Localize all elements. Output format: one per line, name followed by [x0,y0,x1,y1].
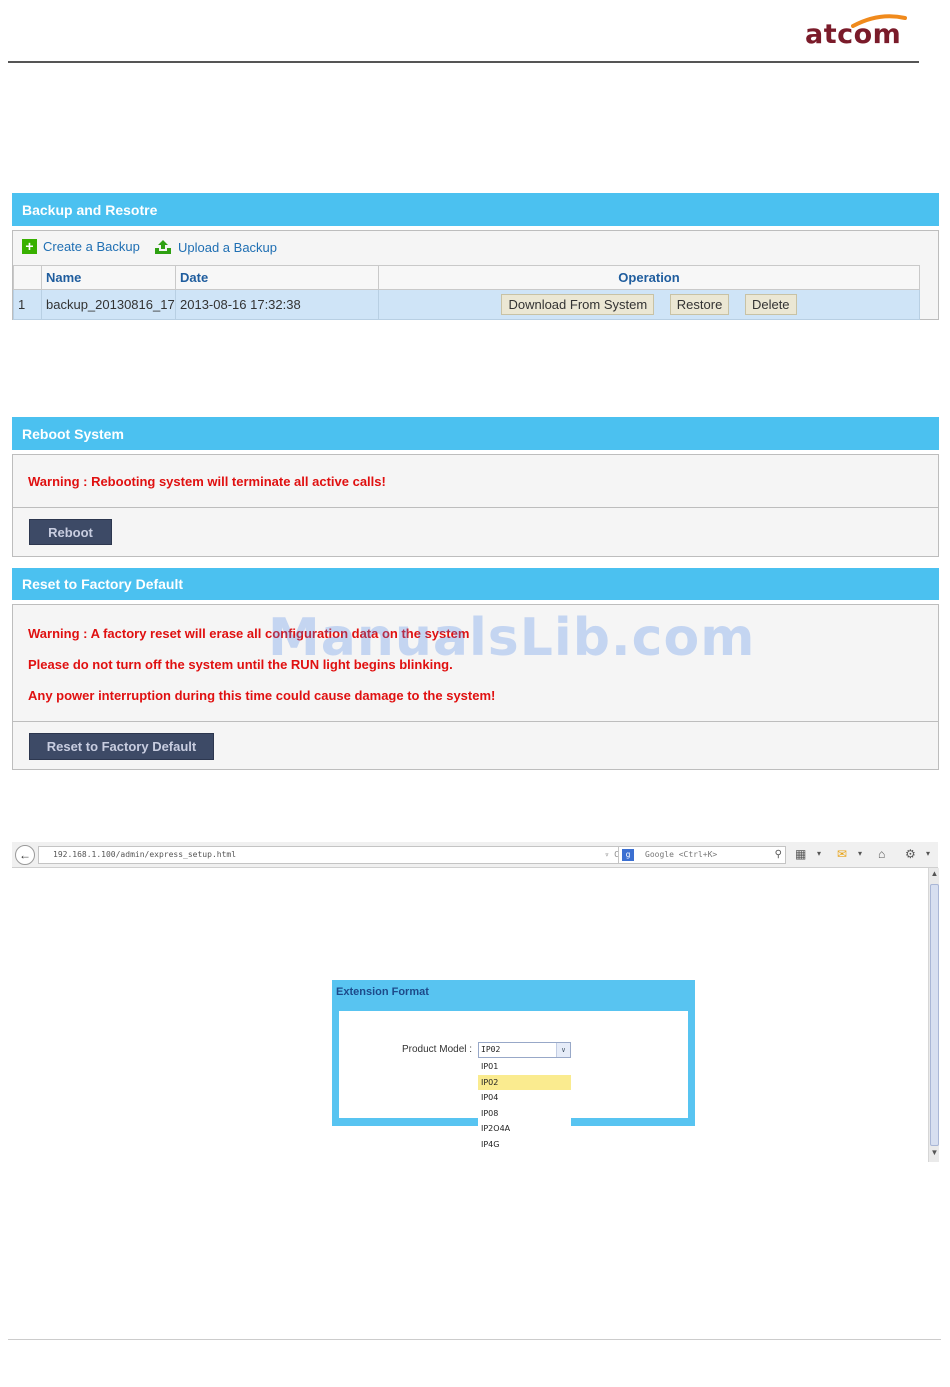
scroll-thumb[interactable] [930,884,939,1146]
factory-action-area: Reset to Factory Default [12,721,939,770]
dropdown-option[interactable]: IP2O4A [478,1121,571,1137]
dropdown-option[interactable]: IP01 [478,1059,571,1075]
dropdown-option[interactable]: IP4G [478,1137,571,1153]
product-model-select[interactable]: IP02 ∨ [478,1042,571,1058]
delete-button[interactable]: Delete [744,294,797,315]
create-backup-link[interactable]: + Create a Backup [22,239,140,254]
factory-warning-3: Any power interruption during this time … [28,688,496,703]
watermark: ManualsLib.com [268,608,756,668]
reload-icon[interactable]: ▿ C [605,847,619,863]
url-text: 192.168.1.100/admin/express_setup.html [53,850,237,859]
restore-button[interactable]: Restore [669,294,730,315]
upload-backup-link[interactable]: Upload a Backup [154,239,277,255]
upload-backup-label: Upload a Backup [178,239,278,255]
upload-icon [155,240,171,254]
dropdown-option-highlighted[interactable]: IP02 [478,1074,571,1090]
header-divider [8,61,919,63]
atcom-logo: atcom [795,12,917,52]
col-index [13,265,42,290]
reboot-panel-header: Reboot System [12,417,939,450]
product-model-value: IP02 [481,1045,501,1054]
chevron-down-icon[interactable]: ▾ [926,847,930,861]
factory-panel-title: Reset to Factory Default [22,576,184,592]
reset-factory-default-button[interactable]: Reset to Factory Default [29,733,214,760]
bookmark-icon[interactable]: ▦ [795,847,806,861]
search-field[interactable]: g Google <Ctrl+K> ⚲ [618,846,786,864]
reboot-warning-area: Warning : Rebooting system will terminat… [12,454,939,508]
row-index: 1 [13,289,42,320]
extension-format-title: Extension Format [336,986,429,998]
row-name: backup_20130816_17 [41,289,176,320]
scroll-down-icon[interactable]: ▼ [930,1148,939,1160]
home-icon[interactable]: ⌂ [878,847,885,861]
plus-icon: + [22,239,37,254]
chevron-down-icon[interactable]: ▾ [858,847,862,861]
chevron-down-icon[interactable]: ∨ [556,1043,570,1057]
row-date: 2013-08-16 17:32:38 [175,289,379,320]
reboot-action-area: Reboot [12,507,939,557]
search-engine-icon: g [622,849,634,861]
mail-icon[interactable]: ✉ [837,847,847,861]
browser-toolbar: ← 192.168.1.100/admin/express_setup.html… [12,842,938,868]
scroll-up-icon[interactable]: ▲ [930,869,939,881]
footer-divider [8,1339,941,1340]
scrollbar[interactable]: ▲ ▼ [928,868,939,1162]
backup-panel-header: Backup and Resotre [12,193,939,226]
back-arrow-icon[interactable]: ← [15,845,35,865]
factory-panel-header: Reset to Factory Default [12,568,939,600]
col-operation: Operation [378,265,920,290]
reboot-warning: Warning : Rebooting system will terminat… [28,474,386,489]
download-from-system-button[interactable]: Download From System [501,294,655,315]
product-model-dropdown: IP01 IP02 IP04 IP08 IP2O4A IP4G [478,1059,571,1152]
backup-table: Name Date Operation 1 backup_20130816_17… [13,265,920,320]
reboot-button[interactable]: Reboot [29,519,112,545]
logo-text: atcom [805,19,902,50]
backup-panel-title: Backup and Resotre [22,201,158,218]
col-name: Name [41,265,176,290]
row-operations: Download From System Restore Delete [378,289,920,320]
url-bar[interactable]: 192.168.1.100/admin/express_setup.html ▿… [38,846,624,864]
backup-panel-body: + Create a Backup Upload a Backup Name D… [12,230,939,320]
col-date: Date [175,265,379,290]
product-model-label: Product Model : [402,1044,473,1055]
dropdown-option[interactable]: IP04 [478,1090,571,1106]
dropdown-option[interactable]: IP08 [478,1106,571,1122]
magnifier-icon[interactable]: ⚲ [775,847,782,863]
create-backup-label: Create a Backup [43,239,140,254]
table-row: 1 backup_20130816_17 2013-08-16 17:32:38… [13,289,920,320]
search-placeholder: Google <Ctrl+K> [645,850,718,859]
tools-icon[interactable]: ⚙ [905,847,916,861]
reboot-panel-title: Reboot System [22,425,124,442]
chevron-down-icon[interactable]: ▾ [817,847,821,861]
